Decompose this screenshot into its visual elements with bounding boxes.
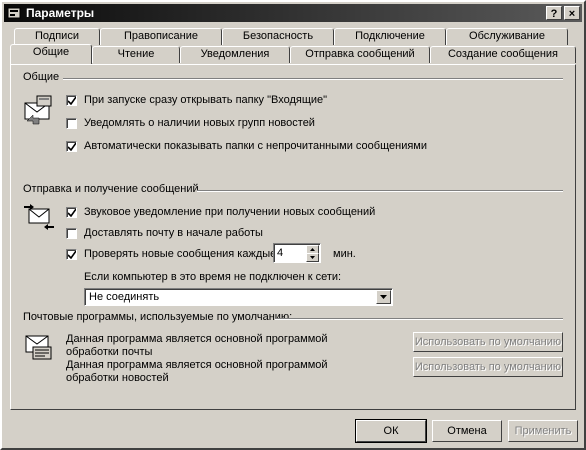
window-title: Параметры — [26, 6, 95, 20]
tab-send[interactable]: Отправка сообщений — [290, 46, 430, 63]
ok-button[interactable]: ОК — [355, 419, 427, 443]
sendreceive-group-title: Отправка и получение сообщений — [23, 183, 199, 195]
news-default-text: Данная программа является основной прогр… — [66, 359, 328, 384]
notify-newsgroups-label[interactable]: Уведомлять о наличии новых групп новосте… — [84, 117, 315, 129]
mail-make-default-button[interactable]: Использовать по умолчанию — [413, 332, 563, 352]
chevron-down-icon — [380, 295, 387, 299]
open-inbox-label[interactable]: При запуске сразу открывать папку "Входя… — [84, 94, 327, 106]
news-make-default-button[interactable]: Использовать по умолчанию — [413, 357, 563, 377]
tab-connection[interactable]: Подключение — [334, 28, 446, 45]
options-icon — [7, 7, 21, 19]
mail-news-program-icon — [25, 335, 52, 360]
divider — [197, 190, 563, 192]
close-button[interactable]: × — [564, 6, 580, 20]
divider — [63, 78, 563, 80]
check-interval-checkbox[interactable] — [66, 249, 77, 260]
general-group-title: Общие — [23, 71, 60, 83]
defaults-group-title: Почтовые программы, используемые по умол… — [23, 311, 293, 323]
general-tab-panel: Общие При запуске сразу открывать папку … — [10, 64, 576, 410]
spin-down-button[interactable] — [306, 253, 319, 262]
offline-action-value[interactable]: Не соединять — [89, 291, 159, 303]
tab-receipts[interactable]: Уведомления — [180, 46, 290, 63]
dropdown-button[interactable] — [376, 290, 391, 304]
tab-spelling[interactable]: Правописание — [100, 28, 222, 45]
help-button[interactable]: ? — [546, 6, 562, 20]
show-unread-folders-label[interactable]: Автоматически показывать папки с непрочи… — [84, 140, 427, 152]
title-bar[interactable]: Параметры ? × — [4, 4, 582, 22]
arrow-down-icon — [310, 256, 315, 259]
arrow-up-icon — [310, 248, 315, 251]
cancel-button[interactable]: Отмена — [432, 420, 502, 442]
mail-default-text: Данная программа является основной прогр… — [66, 333, 328, 358]
offline-label: Если компьютер в это время не подключен … — [84, 271, 342, 283]
apply-button[interactable]: Применить — [508, 420, 578, 442]
send-on-startup-checkbox[interactable] — [66, 228, 77, 239]
send-on-startup-label[interactable]: Доставлять почту в начале работы — [84, 227, 263, 239]
inbox-envelope-icon — [24, 95, 52, 125]
offline-action-dropdown[interactable]: Не соединять — [84, 288, 393, 306]
check-interval-value[interactable]: 4 — [277, 247, 283, 259]
sound-notify-checkbox[interactable] — [66, 207, 77, 218]
interval-unit-label: мин. — [333, 248, 356, 260]
tab-maintenance[interactable]: Обслуживание — [446, 28, 568, 45]
tab-signatures[interactable]: Подписи — [14, 28, 100, 45]
check-interval-spinner[interactable]: 4 — [273, 243, 321, 263]
show-unread-folders-checkbox[interactable] — [66, 141, 77, 152]
tab-read[interactable]: Чтение — [92, 46, 180, 63]
options-window: Параметры ? × Подписи Правописание Безоп… — [0, 0, 586, 450]
open-inbox-checkbox[interactable] — [66, 95, 77, 106]
sound-notify-label[interactable]: Звуковое уведомление при получении новых… — [84, 206, 375, 218]
check-interval-label[interactable]: Проверять новые сообщения каждые — [84, 248, 276, 260]
tab-general[interactable]: Общие — [10, 44, 92, 64]
tab-security[interactable]: Безопасность — [222, 28, 334, 45]
tab-compose[interactable]: Создание сообщения — [430, 46, 576, 63]
notify-newsgroups-checkbox[interactable] — [66, 118, 77, 129]
divider — [275, 318, 563, 320]
send-receive-icon — [24, 204, 54, 230]
